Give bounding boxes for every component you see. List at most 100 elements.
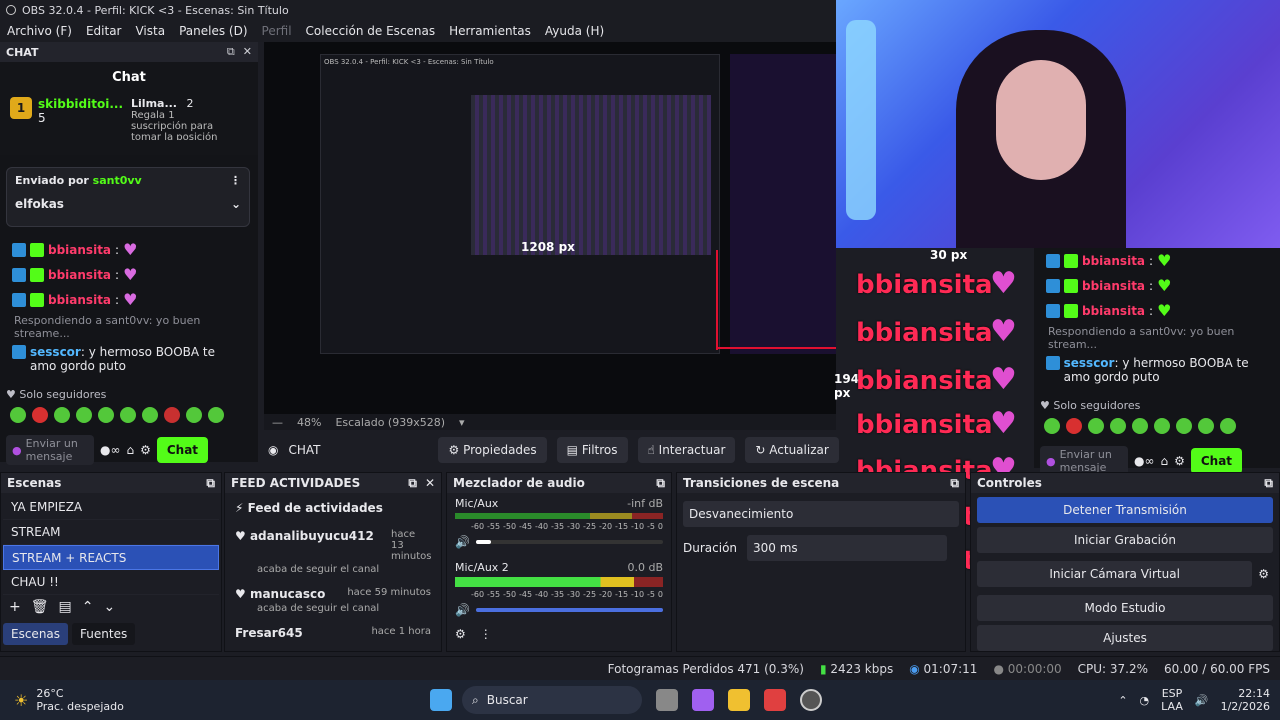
undock-icon[interactable]: ⧉ [950,476,959,491]
chrome-icon[interactable] [764,689,786,711]
chat-message: bbiansita: ♥ [0,287,258,312]
message-sep: : [115,292,120,307]
taskview-icon[interactable] [656,689,678,711]
message-user[interactable]: bbiansita [48,293,111,307]
undock-icon[interactable]: ⧉ [1264,476,1273,491]
pinned-message[interactable]: Enviado por sant0vv ⋮ elfokas ⌄ [6,167,250,227]
nested-px-label: 1208 px [521,240,575,254]
filter-icon[interactable]: ▤ [59,599,72,615]
close-icon[interactable]: ✕ [425,476,435,491]
chat-dock: CHAT ⧉ ✕ Chat 1 skibbiditoi... 5 Lilma...… [0,42,258,465]
scene-item[interactable]: STREAM [3,520,219,545]
menu-vista[interactable]: Vista [128,24,172,38]
scene-item[interactable]: YA EMPIEZA [3,495,219,520]
feed-title: ⚡ Feed de actividades [225,493,441,523]
menu-ayuda[interactable]: Ayuda (H) [538,24,611,38]
language-indicator[interactable]: ESP LAA [1161,687,1183,713]
store-icon: ⌂ [1160,454,1169,468]
menu-paneles[interactable]: Paneles (D) [172,24,254,38]
menu-coleccion[interactable]: Colección de Escenas [299,24,443,38]
emote-icon[interactable] [10,407,26,423]
undock-icon[interactable]: ⧉ [206,476,215,491]
store-icon[interactable]: ⌂ [126,443,134,457]
scene-item-selected[interactable]: STREAM + REACTS [3,545,219,570]
meter-tick: -15 [615,522,629,531]
add-icon[interactable]: + [9,599,21,615]
tab-fuentes[interactable]: Fuentes [72,623,136,645]
emote-icon[interactable] [54,407,70,423]
undock-icon[interactable]: ⧉ [656,476,665,491]
weather-widget[interactable]: ☀ 26°C Prac. despejado [0,687,430,713]
chat-message: sesscor: y hermoso BOOBA te amo gordo pu… [1034,353,1280,387]
menu-archivo[interactable]: Archivo (F) [0,24,79,38]
message-sep: : [1149,278,1154,293]
emote-icon[interactable] [76,407,92,423]
emote-icon[interactable] [98,407,114,423]
emote-icon[interactable] [120,407,136,423]
duration-input[interactable]: 300 ms [747,535,948,561]
emote-icon[interactable] [164,407,180,423]
menu-editar[interactable]: Editar [79,24,129,38]
clock[interactable]: 22:14 1/2/2026 [1221,687,1270,713]
chat-input[interactable]: ● Enviar un mensaje [6,435,94,465]
search-box[interactable]: ⌕ Buscar [462,686,642,714]
mic-icon: ● [12,443,22,457]
properties-button[interactable]: ⚙ Propiedades [438,437,547,463]
volume-slider[interactable] [475,540,663,544]
tab-escenas[interactable]: Escenas [3,623,69,645]
filters-button[interactable]: ▤ Filtros [556,437,628,463]
windows-start-icon[interactable] [430,689,452,711]
volume-icon[interactable]: 🔊 [1195,694,1209,707]
undock-icon[interactable]: ⧉ [408,476,417,491]
pin-icon[interactable]: ⋮ [230,174,241,187]
message-user[interactable]: bbiansita [48,268,111,282]
message-user[interactable]: sesscor [30,345,81,359]
down-icon[interactable]: ⌄ [103,599,115,615]
channel-name: Mic/Aux 2 [455,561,509,574]
menu-dots-icon[interactable]: ⋮ [480,627,492,641]
chevron-up-icon[interactable]: ⌃ [1118,694,1127,707]
virtual-camera-button[interactable]: Iniciar Cámara Virtual [977,561,1253,587]
refresh-button[interactable]: ↻ Actualizar [745,437,839,463]
zoom-level[interactable]: 48% [297,416,321,429]
emote-icon[interactable] [186,407,202,423]
volume-slider[interactable] [475,608,663,612]
chevron-down-icon[interactable]: ⌄ [231,197,241,211]
folder-icon[interactable] [728,689,750,711]
copilot-icon[interactable] [692,689,714,711]
studio-mode-button[interactable]: Modo Estudio [977,595,1273,621]
settings-button[interactable]: Ajustes [977,625,1273,651]
scene-item[interactable]: CHAU !! [3,570,219,595]
emote-icon[interactable] [142,407,158,423]
speaker-icon[interactable]: 🔊 [455,603,470,617]
meter-tick: -30 [567,522,581,531]
stop-stream-button[interactable]: Detener Transmisión [977,497,1273,523]
gear-icon[interactable]: ⚙ [1258,567,1279,581]
close-icon[interactable]: ✕ [243,45,252,59]
mixer-title: Mezclador de audio [453,476,585,490]
send-chat-button[interactable]: Chat [156,437,209,463]
menu-herramientas[interactable]: Herramientas [442,24,538,38]
up-icon[interactable]: ⌃ [82,599,94,615]
users-icon[interactable]: ●∞ [100,443,120,457]
preview-canvas[interactable]: OBS 32.0.4 - Perfil: KICK <3 - Escenas: … [264,42,859,414]
emote-icon[interactable] [32,407,48,423]
meter-tick: -60 [471,590,485,599]
scale-mode[interactable]: Escalado (939x528) [335,416,445,429]
chat-dock-header: CHAT ⧉ ✕ [0,42,258,62]
chevron-down-icon[interactable]: ▾ [459,416,465,429]
gear-icon[interactable]: ⚙ [455,627,466,641]
menu-perfil[interactable]: Perfil [255,24,299,38]
wifi-icon[interactable]: ◔ [1140,694,1150,707]
speaker-icon[interactable]: 🔊 [455,535,470,549]
transition-select[interactable]: Desvanecimiento [683,501,959,527]
start-recording-button[interactable]: Iniciar Grabación [977,527,1273,553]
emote-icon[interactable] [208,407,224,423]
obs-icon[interactable] [800,689,822,711]
gear-icon[interactable]: ⚙ [140,443,151,457]
interact-button[interactable]: ☝ Interactuar [637,437,736,463]
zoom-out-icon[interactable]: — [272,416,283,429]
trash-icon[interactable]: 🗑 [31,599,49,615]
undock-icon[interactable]: ⧉ [227,45,235,59]
message-user[interactable]: bbiansita [48,243,111,257]
